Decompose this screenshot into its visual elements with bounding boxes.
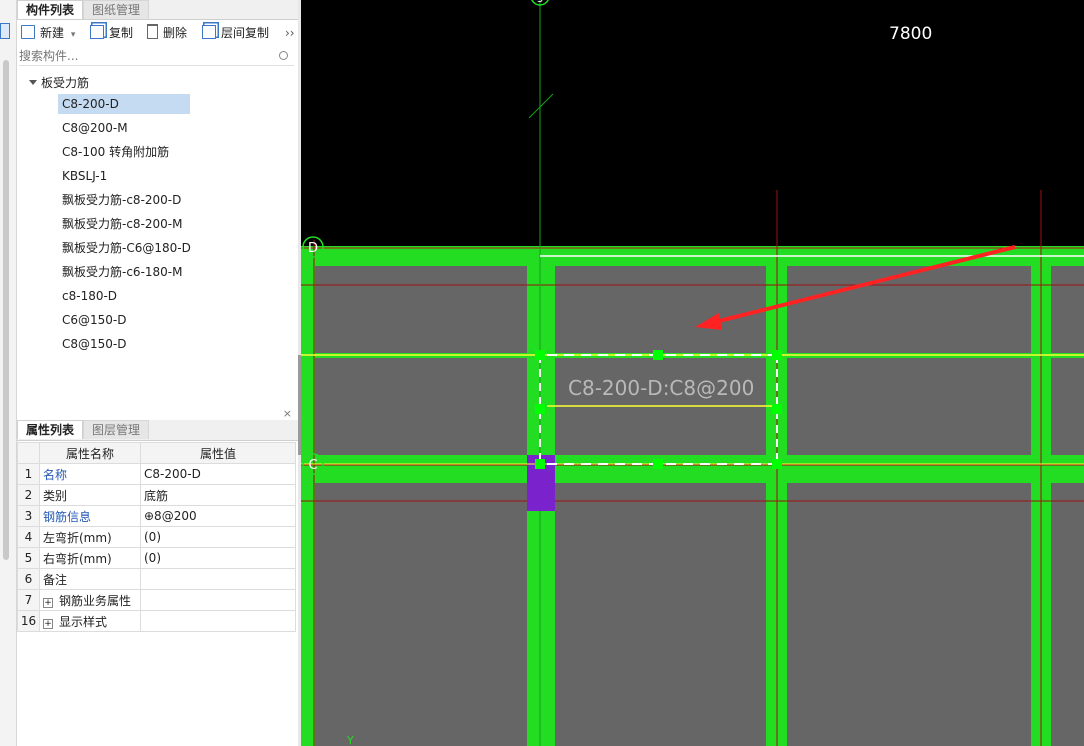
grip-handle[interactable] <box>653 350 663 360</box>
tab-drawing-management[interactable]: 图纸管理 <box>83 0 150 19</box>
slab-panel <box>787 266 1031 353</box>
slab-panel <box>555 266 766 353</box>
component-list-panel: 构件列表 图纸管理 新建 ▾ 复制 删除 层间复制 ›› 板受力筋 C8-200… <box>17 0 299 405</box>
expand-plus-icon[interactable]: + <box>43 618 53 629</box>
tree-item[interactable]: KBSLJ-1 <box>58 166 111 186</box>
search-icon[interactable] <box>279 51 288 60</box>
property-value[interactable]: 底筋 <box>140 484 296 506</box>
property-value[interactable]: (0) <box>140 526 296 548</box>
table-row[interactable]: 3 钢筋信息 ⊕8@200 <box>17 505 296 527</box>
left-sidebar-strip <box>0 0 17 746</box>
tree-item[interactable]: 飘板受力筋-c8-200-M <box>58 214 186 234</box>
tree-group-slab-rebar[interactable]: 板受力筋 <box>29 74 89 92</box>
grip-handle[interactable] <box>772 404 782 414</box>
floor-copy-button[interactable]: 层间复制 <box>202 24 269 42</box>
property-name: 右弯折(mm) <box>39 547 141 569</box>
tree-item[interactable]: C8@150-D <box>58 334 131 354</box>
property-value[interactable]: (0) <box>140 547 296 569</box>
property-name: 左弯折(mm) <box>39 526 141 548</box>
new-dropdown-icon[interactable]: ▾ <box>71 30 76 40</box>
tab-layer-management[interactable]: 图层管理 <box>83 420 150 439</box>
slab-panel <box>315 483 527 746</box>
new-icon <box>21 25 35 39</box>
delete-button[interactable]: 删除 <box>147 24 187 42</box>
property-name: 备注 <box>39 568 141 590</box>
tree-item[interactable]: 飘板受力筋-c8-200-D <box>58 190 185 210</box>
axis-label-c: C <box>308 458 317 473</box>
table-row[interactable]: 4 左弯折(mm) (0) <box>17 526 296 548</box>
slab-panel <box>787 483 1031 746</box>
grip-handle[interactable] <box>535 404 545 414</box>
table-row[interactable]: 1 名称 C8-200-D <box>17 463 296 485</box>
tree-item[interactable]: 飘板受力筋-c6-180-M <box>58 262 186 282</box>
tab-component-list[interactable]: 构件列表 <box>17 0 84 19</box>
slab-panel <box>787 358 1031 455</box>
more-tools-button[interactable]: ›› <box>285 24 295 42</box>
property-name-expandable[interactable]: + 显示样式 <box>39 610 141 632</box>
tree-item[interactable]: 飘板受力筋-C6@180-D <box>58 238 195 258</box>
table-row[interactable]: 7 + 钢筋业务属性 <box>17 589 296 611</box>
copy-icon <box>90 25 104 39</box>
new-button[interactable]: 新建 ▾ <box>21 24 75 42</box>
table-row[interactable]: 16 + 显示样式 <box>17 610 296 632</box>
axis-label-top: 3 <box>537 0 543 5</box>
grip-handle[interactable] <box>535 350 545 360</box>
table-row[interactable]: 5 右弯折(mm) (0) <box>17 547 296 569</box>
slab-panel <box>555 483 766 746</box>
property-value[interactable] <box>140 568 296 590</box>
expand-plus-icon[interactable]: + <box>43 597 53 608</box>
tree-item[interactable]: C8-200-D <box>58 94 190 114</box>
slab-panel <box>315 358 527 455</box>
component-tabs: 构件列表 图纸管理 <box>17 0 298 20</box>
property-table: 属性名称 属性值 1 名称 C8-200-D 2 类别 底筋 3 钢筋信息 ⊕8… <box>17 442 296 632</box>
slab-panel <box>1051 483 1084 746</box>
property-value[interactable]: ⊕8@200 <box>140 505 296 527</box>
axis-label-d: D <box>308 241 318 256</box>
property-name-header: 属性名称 <box>39 442 141 464</box>
tree-item[interactable]: C6@150-D <box>58 310 131 330</box>
property-value[interactable]: C8-200-D <box>140 463 296 485</box>
slab-panel <box>1051 266 1084 353</box>
tree-item[interactable]: c8-180-D <box>58 286 121 306</box>
slab-panel <box>1051 358 1084 455</box>
table-row[interactable]: 6 备注 <box>17 568 296 590</box>
property-tabs: 属性列表 图层管理 <box>17 420 298 441</box>
slab-panel <box>315 266 527 353</box>
cad-drawing: D C 3 Y <box>301 0 1084 746</box>
sidebar-scrollbar[interactable] <box>3 60 9 560</box>
y-axis-label: Y <box>346 734 354 746</box>
floor-copy-icon <box>202 25 216 39</box>
grip-handle[interactable] <box>772 350 782 360</box>
close-icon[interactable]: × <box>283 407 292 420</box>
tab-property-list[interactable]: 属性列表 <box>17 420 84 439</box>
component-toolbar: 新建 ▾ 复制 删除 层间复制 ›› <box>17 21 298 45</box>
tree-item[interactable]: C8-100 转角附加筋 <box>58 142 173 162</box>
grip-handle[interactable] <box>535 459 545 469</box>
collapse-triangle-icon[interactable] <box>29 80 37 85</box>
cad-canvas[interactable]: D C 3 Y 7800 C8-200-D:C8@200 <box>301 0 1084 746</box>
property-header-row: 属性名称 属性值 <box>17 442 296 464</box>
tree-item[interactable]: C8@200-M <box>58 118 132 138</box>
property-name: 钢筋信息 <box>39 505 141 527</box>
copy-button[interactable]: 复制 <box>90 24 133 42</box>
trash-icon <box>147 24 158 39</box>
property-name-expandable[interactable]: + 钢筋业务属性 <box>39 589 141 611</box>
property-panel: × 属性列表 图层管理 属性名称 属性值 1 名称 C8-200-D 2 类别 … <box>17 406 299 746</box>
dimension-label: 7800 <box>889 24 933 44</box>
property-value <box>140 589 296 611</box>
rebar-annotation: C8-200-D:C8@200 <box>568 376 755 400</box>
grip-handle[interactable] <box>653 459 663 469</box>
property-name: 类别 <box>39 484 141 506</box>
property-name: 名称 <box>39 463 141 485</box>
property-value-header: 属性值 <box>140 442 296 464</box>
component-search <box>19 47 294 66</box>
dimension-tick <box>528 93 554 119</box>
sidebar-toggle-icon[interactable] <box>0 23 10 39</box>
component-search-input[interactable] <box>19 47 269 65</box>
grip-handle[interactable] <box>772 459 782 469</box>
property-value <box>140 610 296 632</box>
table-row[interactable]: 2 类别 底筋 <box>17 484 296 506</box>
